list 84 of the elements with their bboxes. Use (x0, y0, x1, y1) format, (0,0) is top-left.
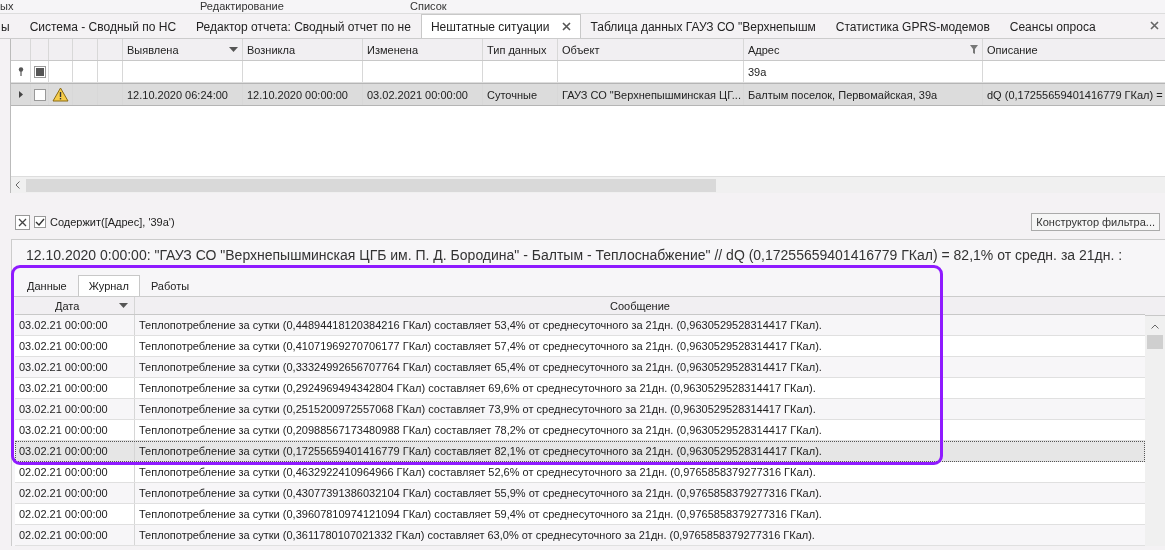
document-tab[interactable]: Система - Сводный по НС (19, 14, 187, 38)
table-cell: Теплопотребление за сутки (0,39607810974121094 ГКал) составляет 59,4% от среднесуточного за 21дн. (0,9765858379277316 ГКал). (139, 508, 822, 520)
detail-tab[interactable]: Работы (139, 275, 201, 296)
log-row[interactable]: 02.02.21 00:00:00 Теплопотребление за сутки (0,3611780107021332 ГКал) составляет 63,0% от среднесуточного за 21дн. (0,9765858379277316 ГКал). (15, 525, 1145, 546)
document-tab[interactable]: Сеансы опроса (999, 14, 1106, 38)
column-header[interactable]: Дата (15, 297, 135, 314)
vertical-scrollbar[interactable] (1145, 297, 1165, 546)
table-cell: Теплопотребление за сутки (0,3611780107021332 ГКал) составляет 63,0% от среднесуточного за 21дн. (0,9765858379277316 ГКал). (139, 529, 815, 541)
document-tab[interactable]: Таблица данных ГАУЗ СО "Верхнепышм (580, 14, 826, 38)
table-cell: Теплопотребление за сутки (0,44894418120384216 ГКал) составляет 53,4% от среднесуточного за 21дн. (0,9630529528314417 ГКал). (139, 319, 822, 331)
table-cell: ГАУЗ СО "Верхнепышминская ЦГ... (562, 88, 741, 101)
horizontal-scrollbar[interactable] (11, 176, 1165, 193)
filter-icon (970, 45, 978, 54)
close-icon[interactable] (1150, 21, 1159, 30)
checkbox[interactable] (33, 88, 46, 101)
close-icon[interactable] (561, 22, 571, 31)
detail-tab[interactable]: Журнал (77, 275, 140, 296)
log-row[interactable]: 03.02.21 00:00:00 Теплопотребление за сутки (0,44894418120384216 ГКал) составляет 53,4% от среднесуточного за 21дн. (0,9630529528314417 ГКал). (15, 315, 1145, 336)
log-row[interactable]: 03.02.21 00:00:00 Теплопотребление за сутки (0,2515200972557068 ГКал) составляет 73,9% от среднесуточного за 21дн. (0,9630529528314417 ГКал). (15, 399, 1145, 420)
table-cell: 03.02.2021 00:00:00 (367, 88, 468, 101)
checkbox[interactable] (34, 216, 46, 228)
document-tab[interactable]: ы (0, 14, 20, 38)
grid-row[interactable]: 12.10.2020 06:24:00 12.10.2020 00:00:00 03.02.2021 00:00:00 Суточные ГАУЗ СО "Верхнепышминская ЦГ... Балтым поселок, Первомайская, 39а dQ (0,17255659401416779 ГКал) = (11, 83, 1165, 106)
column-header[interactable]: Адрес (744, 39, 983, 60)
filter-value[interactable]: 39а (748, 65, 767, 78)
table-cell: dQ (0,17255659401416779 ГКал) = (987, 88, 1163, 101)
table-cell: Теплопотребление за сутки (0,2515200972557068 ГКал) составляет 73,9% от среднесуточного за 21дн. (0,9630529528314417 ГКал). (139, 403, 816, 415)
table-cell: 03.02.21 00:00:00 (19, 424, 108, 436)
table-cell: Теплопотребление за сутки (0,2924969494342804 ГКал) составляет 69,6% от среднесуточного за 21дн. (0,9630529528314417 ГКал). (139, 382, 816, 394)
table-cell: 12.10.2020 06:24:00 (127, 88, 228, 101)
scroll-up-icon[interactable] (1151, 324, 1159, 329)
log-row[interactable]: 03.02.21 00:00:00 Теплопотребление за сутки (0,2924969494342804 ГКал) составляет 69,6% от среднесуточного за 21дн. (0,9630529528314417 ГКал). (15, 378, 1145, 399)
document-tab[interactable]: Статистика GPRS-модемов (825, 14, 1000, 38)
log-row[interactable]: 02.02.21 00:00:00 Теплопотребление за сутки (0,43077391386032104 ГКал) составляет 55,9% от среднесуточного за 21дн. (0,9765858379277316 ГКал). (15, 483, 1145, 504)
document-tab[interactable]: Редактор отчета: Сводный отчет по не (186, 14, 421, 38)
table-cell: 02.02.21 00:00:00 (19, 466, 108, 478)
sort-arrow-icon (119, 303, 128, 308)
table-cell: 02.02.21 00:00:00 (19, 529, 108, 541)
sort-arrow-icon (229, 47, 238, 52)
pin-icon (17, 67, 24, 76)
table-cell: 02.02.21 00:00:00 (19, 508, 108, 520)
row-indicator-icon (18, 91, 23, 98)
column-header[interactable]: Выявлена (123, 39, 243, 60)
table-cell: Балтым поселок, Первомайская, 39а (748, 88, 938, 101)
log-row[interactable]: 02.02.21 00:00:00 Теплопотребление за сутки (0,39607810974121094 ГКал) составляет 59,4% от среднесуточного за 21дн. (0,9765858379277316 ГКал). (15, 504, 1145, 525)
log-row[interactable]: 03.02.21 00:00:00 Теплопотребление за сутки (0,33324992656707764 ГКал) составляет 65,4% от среднесуточного за 21дн. (0,9630529528314417 ГКал). (15, 357, 1145, 378)
table-cell: 03.02.21 00:00:00 (19, 445, 108, 457)
clear-filter-icon[interactable] (15, 214, 30, 230)
filter-builder-button[interactable]: Конструктор фильтра... (1031, 213, 1160, 231)
table-cell: 03.02.21 00:00:00 (19, 382, 108, 394)
filter-expression[interactable]: Содержит([Адрес], '39а') (50, 216, 1028, 228)
record-caption: 12.10.2020 0:00:00: "ГАУЗ СО "Верхнепышминская ЦГБ им. П. Д. Бородина" - Балтым - Теплоснабжение" // dQ (0,17255659401416779 ГКал) = 82,1% от средн. за 21дн. : (25, 246, 1124, 265)
warning-icon (52, 87, 69, 102)
table-cell: Теплопотребление за сутки (0,33324992656707764 ГКал) составляет 65,4% от среднесуточного за 21дн. (0,9630529528314417 ГКал). (139, 361, 822, 373)
log-row[interactable]: 03.02.21 00:00:00 Теплопотребление за сутки (0,41071969270706177 ГКал) составляет 57,4% от среднесуточного за 21дн. (0,9630529528314417 ГКал). (15, 336, 1145, 357)
table-cell: Теплопотребление за сутки (0,43077391386032104 ГКал) составляет 55,9% от среднесуточного за 21дн. (0,9765858379277316 ГКал). (139, 487, 822, 499)
ribbon-group-label: ых (0, 0, 14, 13)
log-row[interactable]: 03.02.21 00:00:00 Теплопотребление за сутки (0,20988567173480988 ГКал) составляет 78,2% от среднесуточного за 21дн. (0,9630529528314417 ГКал). (15, 420, 1145, 441)
table-cell: Теплопотребление за сутки (0,20988567173480988 ГКал) составляет 78,2% от среднесуточного за 21дн. (0,9630529528314417 ГКал). (139, 424, 822, 436)
table-cell: Теплопотребление за сутки (0,4632922410964966 ГКал) составляет 52,6% от среднесуточного за 21дн. (0,9765858379277316 ГКал). (139, 466, 816, 478)
detail-tab[interactable]: Данные (16, 275, 78, 296)
table-cell: Теплопотребление за сутки (0,17255659401416779 ГКал) составляет 82,1% от среднесуточного за 21дн. (0,9630529528314417 ГКал). (139, 445, 822, 457)
table-cell: 03.02.21 00:00:00 (19, 319, 108, 331)
document-tab[interactable]: Нештатные ситуации (420, 14, 581, 38)
table-cell: 02.02.21 00:00:00 (19, 487, 108, 499)
column-header[interactable]: Описание (983, 39, 1165, 60)
column-header[interactable]: Изменена (363, 39, 483, 60)
column-header[interactable]: Возникла (243, 39, 363, 60)
ribbon-group-label: Список (410, 0, 447, 13)
ribbon-group-label: Редактирование (200, 0, 284, 13)
table-cell: 12.10.2020 00:00:00 (247, 88, 348, 101)
table-cell: 03.02.21 00:00:00 (19, 361, 108, 373)
table-cell: Суточные (487, 88, 538, 101)
table-cell: 03.02.21 00:00:00 (19, 403, 108, 415)
column-header[interactable]: Сообщение (135, 297, 1145, 314)
column-header[interactable]: Тип данных (483, 39, 558, 60)
scroll-left-icon[interactable] (15, 181, 20, 189)
scrollbar-thumb[interactable] (26, 178, 716, 192)
scrollbar-thumb[interactable] (1147, 335, 1163, 349)
checkbox[interactable] (33, 65, 46, 78)
column-header[interactable]: Объект (558, 39, 744, 60)
table-cell: Теплопотребление за сутки (0,41071969270706177 ГКал) составляет 57,4% от среднесуточного за 21дн. (0,9630529528314417 ГКал). (139, 340, 822, 352)
table-cell: 03.02.21 00:00:00 (19, 340, 108, 352)
log-row[interactable]: 03.02.21 00:00:00 Теплопотребление за сутки (0,17255659401416779 ГКал) составляет 82,1% от среднесуточного за 21дн. (0,9630529528314417 ГКал). (15, 441, 1145, 462)
